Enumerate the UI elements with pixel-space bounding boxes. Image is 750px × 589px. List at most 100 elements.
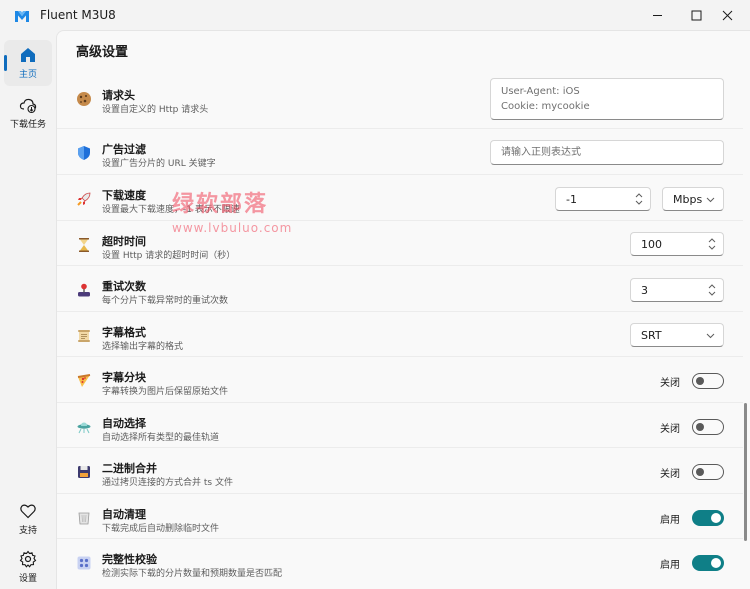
headers-placeholder-line: User-Agent: iOS: [501, 86, 580, 97]
setting-row-subtitle-format: 字幕格式 选择输出字幕的格式 SRT: [57, 312, 743, 357]
setting-title: 自动清理: [102, 508, 146, 521]
speed-unit-value: Mbps: [673, 193, 703, 206]
integrity-toggle[interactable]: [692, 555, 724, 571]
setting-description: 字幕转换为图片后保留原始文件: [102, 387, 229, 397]
title-bar: Fluent M3U8: [0, 0, 750, 30]
nav-item-settings[interactable]: 设置: [4, 544, 52, 589]
setting-title: 字幕分块: [102, 371, 146, 384]
hourglass-icon: [75, 236, 93, 254]
ad-filter-placeholder: 请输入正则表达式: [501, 147, 581, 158]
vertical-scrollbar[interactable]: [744, 403, 747, 541]
trash-icon: [75, 509, 93, 527]
subtitle-split-toggle[interactable]: [692, 373, 724, 389]
spin-arrows-icon[interactable]: [634, 191, 644, 207]
setting-description: 选择输出字幕的格式: [102, 342, 184, 352]
nav-item-label: 设置: [18, 574, 37, 584]
setting-description: 设置广告分片的 URL 关键字: [102, 159, 216, 169]
speed-number-box[interactable]: -1: [555, 187, 651, 211]
watermark-name: 绿软部落: [172, 192, 269, 217]
toggle-state-label: 启用: [660, 515, 680, 526]
settings-page: 高级设置 请求头 设置自定义的 Http 请求头 User-Agent: iOS…: [56, 30, 750, 589]
nav-item-downloads[interactable]: 下载任务: [4, 90, 52, 136]
shield-icon: [75, 144, 93, 162]
speed-unit-combobox[interactable]: Mbps: [662, 187, 724, 211]
setting-title: 广告过滤: [102, 143, 146, 156]
setting-row-headers: 请求头 设置自定义的 Http 请求头 User-Agent: iOS Cook…: [57, 69, 743, 129]
chevron-down-icon: [706, 333, 715, 339]
close-icon: [722, 10, 732, 20]
headers-textarea[interactable]: User-Agent: iOS Cookie: mycookie: [490, 78, 724, 120]
toggle-state-label: 关闭: [660, 424, 680, 435]
joystick-icon: [75, 281, 93, 299]
setting-row-binary-merge: 二进制合并 通过拷贝连接的方式合并 ts 文件 关闭: [57, 448, 743, 494]
setting-description: 设置自定义的 Http 请求头: [102, 105, 209, 115]
nav-item-support[interactable]: 支持: [4, 496, 52, 542]
floppy-icon: [75, 463, 93, 481]
setting-description: 下载完成后自动删除临时文件: [102, 524, 220, 534]
toggle-state-label: 关闭: [660, 469, 680, 480]
auto-select-toggle[interactable]: [692, 419, 724, 435]
toggle-knob: [696, 423, 704, 431]
toggle-state-label: 启用: [660, 560, 680, 571]
auto-clean-toggle[interactable]: [692, 510, 724, 526]
setting-title: 自动选择: [102, 417, 146, 430]
nav-selection-indicator: [4, 55, 7, 71]
setting-row-auto-clean: 自动清理 下载完成后自动删除临时文件 启用: [57, 494, 743, 539]
spin-arrows-icon[interactable]: [707, 236, 717, 252]
minimize-icon: [652, 14, 662, 16]
maximize-icon: [691, 10, 701, 20]
spin-arrows-icon[interactable]: [707, 282, 717, 298]
nav-item-label: 下载任务: [9, 120, 46, 130]
setting-row-auto-select: 自动选择 自动选择所有类型的最佳轨道 关闭: [57, 403, 743, 448]
setting-description: 设置 Http 请求的超时时间（秒）: [102, 251, 236, 261]
setting-title: 超时时间: [102, 235, 146, 248]
setting-row-timeout: 超时时间 设置 Http 请求的超时时间（秒） 100: [57, 221, 743, 266]
setting-title: 完整性校验: [102, 553, 157, 566]
setting-row-speed: 下载速度 设置最大下载速度，-1 表示不限速 -1 Mbps: [57, 175, 743, 221]
binary-merge-toggle[interactable]: [692, 464, 724, 480]
setting-description: 每个分片下载异常时的重试次数: [102, 296, 229, 306]
toggle-knob: [711, 558, 721, 568]
setting-description: 通过拷贝连接的方式合并 ts 文件: [102, 478, 233, 488]
gear-icon: [19, 550, 37, 568]
heart-icon: [20, 504, 36, 519]
home-icon: [21, 48, 35, 62]
watermark-url: www.lvbuluo.com: [172, 221, 293, 235]
setting-description: 自动选择所有类型的最佳轨道: [102, 433, 220, 443]
ad-filter-input[interactable]: 请输入正则表达式: [490, 140, 724, 165]
app-title: Fluent M3U8: [40, 8, 116, 22]
rocket-icon: [75, 190, 93, 208]
subtitle-format-combobox[interactable]: SRT: [630, 323, 724, 347]
close-button[interactable]: [704, 0, 750, 30]
nav-item-label: 主页: [18, 70, 37, 80]
toggle-knob: [696, 377, 704, 385]
toggle-knob: [711, 513, 721, 523]
timeout-number-box[interactable]: 100: [630, 232, 724, 256]
toggle-state-label: 关闭: [660, 378, 680, 389]
ufo-icon: [75, 418, 93, 436]
toggle-knob: [696, 468, 704, 476]
scroll-icon: [75, 327, 93, 345]
grid-icon: [75, 554, 93, 572]
chevron-down-icon: [706, 197, 715, 203]
setting-title: 字幕格式: [102, 326, 146, 339]
setting-title: 下载速度: [102, 189, 146, 202]
setting-description: 检测实际下载的分片数量和预期数量是否匹配: [102, 569, 283, 579]
navigation-pane: 主页 下载任务 支持 设置: [0, 30, 56, 589]
setting-row-integrity: 完整性校验 检测实际下载的分片数量和预期数量是否匹配 启用: [57, 539, 743, 585]
setting-row-subtitle-split: 字幕分块 字幕转换为图片后保留原始文件 关闭: [57, 357, 743, 403]
setting-title: 重试次数: [102, 280, 146, 293]
setting-row-retry: 重试次数 每个分片下载异常时的重试次数 3: [57, 266, 743, 312]
setting-title: 二进制合并: [102, 462, 157, 475]
section-title: 高级设置: [76, 45, 129, 60]
app-logo-icon: [15, 11, 29, 22]
cloud-download-icon: [19, 98, 37, 114]
cookie-icon: [75, 90, 93, 108]
setting-row-ad-filter: 广告过滤 设置广告分片的 URL 关键字 请输入正则表达式: [57, 129, 743, 175]
retry-value: 3: [641, 284, 648, 297]
nav-item-home[interactable]: 主页: [4, 40, 52, 86]
speed-value: -1: [566, 193, 577, 206]
subtitle-format-value: SRT: [641, 329, 662, 342]
retry-number-box[interactable]: 3: [630, 278, 724, 302]
headers-placeholder-line: Cookie: mycookie: [501, 101, 590, 112]
